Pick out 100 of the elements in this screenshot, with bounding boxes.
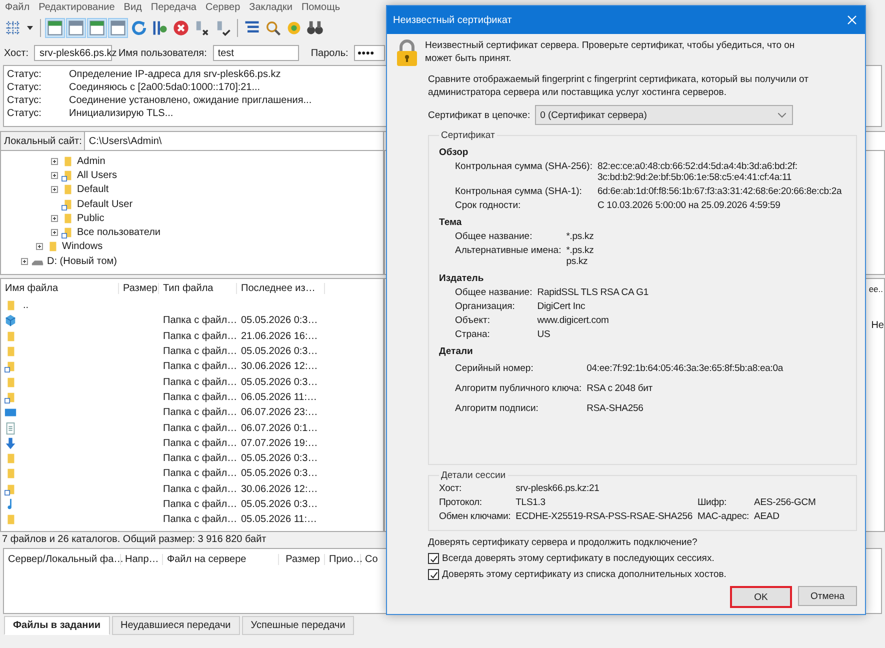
refresh-icon[interactable] xyxy=(130,19,148,37)
detail-label: Страна: xyxy=(455,329,491,340)
file-type: Папка с файл… xyxy=(162,453,237,464)
detail-label: Алгоритм публичного ключа: xyxy=(455,383,582,394)
layout-toggle-icon[interactable] xyxy=(67,19,85,37)
menu-item[interactable]: Помощь xyxy=(301,2,340,13)
tree-item[interactable]: Admin xyxy=(77,156,106,167)
file-type: Папка с файл… xyxy=(162,484,237,495)
detail-value: AES-256-GCM xyxy=(754,497,817,508)
log-message: Определение IP-адреса для srv-plesk66.ps.kz xyxy=(69,69,281,80)
modified-date: 06.07.2026 0:1… xyxy=(240,422,319,434)
tree-item[interactable]: Default xyxy=(77,184,109,196)
username-field[interactable]: test xyxy=(212,45,299,61)
expand-icon[interactable] xyxy=(51,186,58,194)
padlock-icon xyxy=(395,39,419,67)
column-header[interactable]: Прио… xyxy=(325,554,361,564)
tree-item[interactable]: All Users xyxy=(77,170,118,181)
column-header[interactable]: Размер xyxy=(119,283,159,294)
chain-dropdown[interactable]: 0 (Сертификат сервера) xyxy=(535,105,794,125)
file-summary: 7 файлов и 26 каталогов. Общий размер: 3 916 820 байт xyxy=(2,534,266,545)
cancel-icon[interactable] xyxy=(172,19,190,37)
detail-value: RSA-SHA256 xyxy=(586,403,644,414)
file-name[interactable]: .. xyxy=(19,300,33,312)
expand-icon[interactable] xyxy=(21,258,28,265)
menu-item[interactable]: Файл xyxy=(5,2,30,13)
column-header[interactable]: Имя файла xyxy=(1,283,119,294)
menu-item[interactable]: Вид xyxy=(124,2,142,13)
file-type: Папка с файл… xyxy=(162,392,237,403)
detail-value: 3c:bd:b2:9d:2e:bf:5b:06:1e:58:c5:e4:41:cf:4a:11 xyxy=(597,172,793,183)
menu-item[interactable]: Редактирование xyxy=(38,2,115,13)
search-icon[interactable] xyxy=(264,19,282,37)
checkbox[interactable] xyxy=(428,553,439,564)
dialog-button[interactable]: OK xyxy=(730,586,792,608)
detail-value: С 10.03.2026 5:00:00 на 25.09.2026 4:59:59 xyxy=(597,200,782,211)
tree-item[interactable]: D: (Новый том) xyxy=(47,256,117,267)
modified-date: 21.06.2026 16:… xyxy=(240,330,319,342)
column-header[interactable]: Размер xyxy=(279,554,325,564)
expand-icon[interactable] xyxy=(51,229,58,236)
expand-icon[interactable] xyxy=(36,243,43,250)
queue-tab[interactable]: Неудавшиеся передачи xyxy=(112,616,240,635)
queue-tab[interactable]: Успешные передачи xyxy=(242,616,354,635)
cube-icon xyxy=(4,314,17,328)
tree-item[interactable]: Все пользователи xyxy=(77,227,161,238)
menu-item[interactable]: Сервер xyxy=(205,2,240,13)
network-icon[interactable] xyxy=(4,19,22,37)
detail-label: MAC-адрес: xyxy=(697,511,750,522)
group-title: Детали сессии xyxy=(440,470,507,481)
column-header[interactable]: Тип файла xyxy=(159,283,237,294)
question-text: Доверять сертификату сервера и продолжить подключение? xyxy=(428,537,698,548)
column-header[interactable]: Напр… xyxy=(121,554,163,564)
column-header[interactable]: ее.. xyxy=(868,284,883,294)
expand-icon[interactable] xyxy=(51,214,58,222)
layout-toggle-icon[interactable] xyxy=(46,19,64,37)
layout-toggle-icon[interactable] xyxy=(88,19,106,37)
column-header[interactable]: Файл на сервере xyxy=(163,554,279,564)
column-header[interactable]: Последнее из… xyxy=(237,283,325,294)
detail-label: Альтернативные имена: xyxy=(455,245,562,258)
expand-icon[interactable] xyxy=(51,158,58,165)
modified-date: 05.05.2026 0:3… xyxy=(240,499,319,510)
intro-text: Неизвестный сертификат сервера. Проверьте сертификат, чтобы убедиться, что он может быть принят. xyxy=(425,39,796,66)
section-heading: Тема xyxy=(439,217,463,228)
detail-value: *.ps.kz xyxy=(566,245,595,256)
modified-date: 06.07.2026 23:… xyxy=(240,407,319,418)
detail-label: Контрольная сумма (SHA-256): xyxy=(455,161,592,174)
binoculars-icon[interactable] xyxy=(306,19,324,37)
detail-label: Объект: xyxy=(455,315,491,326)
column-header[interactable]: Сервер/Локальный фа… xyxy=(4,554,121,564)
file-type: Папка с файл… xyxy=(162,346,237,358)
detail-value: 82:ec:ce:a0:48:cb:66:52:d4:5d:a4:4b:3d:a6:bd:2f: xyxy=(597,161,798,172)
tree-item[interactable]: Default User xyxy=(77,198,133,210)
checkbox[interactable] xyxy=(428,569,439,580)
menu-item[interactable]: Передача xyxy=(150,2,196,13)
document-icon xyxy=(4,422,17,435)
file-type: Папка с файл… xyxy=(162,407,237,418)
tree-item[interactable]: Windows xyxy=(62,241,103,252)
path-field[interactable]: C:\Users\Admin\ xyxy=(84,132,383,150)
detail-label: Алгоритм подписи: xyxy=(455,403,540,414)
checkbox-label[interactable]: Всегда доверять этому сертификату в последующих сессиях. xyxy=(442,553,714,564)
detail-label: Общее название: xyxy=(455,231,534,242)
section-heading: Детали xyxy=(439,346,474,357)
modified-date: 30.06.2026 12:… xyxy=(240,484,319,495)
queue-tab[interactable]: Файлы в задании xyxy=(4,616,110,635)
close-icon[interactable] xyxy=(847,15,857,25)
menu-item[interactable]: Закладки xyxy=(249,2,292,13)
expand-icon[interactable] xyxy=(51,172,58,179)
tree-item[interactable]: Public xyxy=(77,212,104,224)
instruction-text: Сравните отображаемый fingerprint с fingerprint сертификата, который вы получили от администратора сервера или поставщика услуг хостинга серверов. xyxy=(428,73,810,99)
dialog-button[interactable]: Отмена xyxy=(798,586,857,606)
field-label: Сертификат в цепочке: xyxy=(428,110,530,120)
file-type: Папка с файл… xyxy=(162,468,237,480)
modified-date: 05.05.2026 0:3… xyxy=(240,468,319,480)
shortcut-folder-icon xyxy=(4,360,17,374)
chevron-icon xyxy=(778,112,786,118)
shortcut-folder-icon xyxy=(61,168,74,182)
detail-value: ps.kz xyxy=(566,256,589,267)
detail-value: 6d:6e:ab:1d:0f:f8:56:1b:67:f3:a3:31:42:68:6e:20:66:8e:cb:2a xyxy=(597,186,843,197)
checkbox-label[interactable]: Доверять этому сертификату из списка дополнительных хостов. xyxy=(442,569,726,580)
detail-label: Организация: xyxy=(455,301,516,312)
layout-toggle-icon[interactable] xyxy=(109,19,127,37)
caret-icon[interactable] xyxy=(27,26,33,30)
